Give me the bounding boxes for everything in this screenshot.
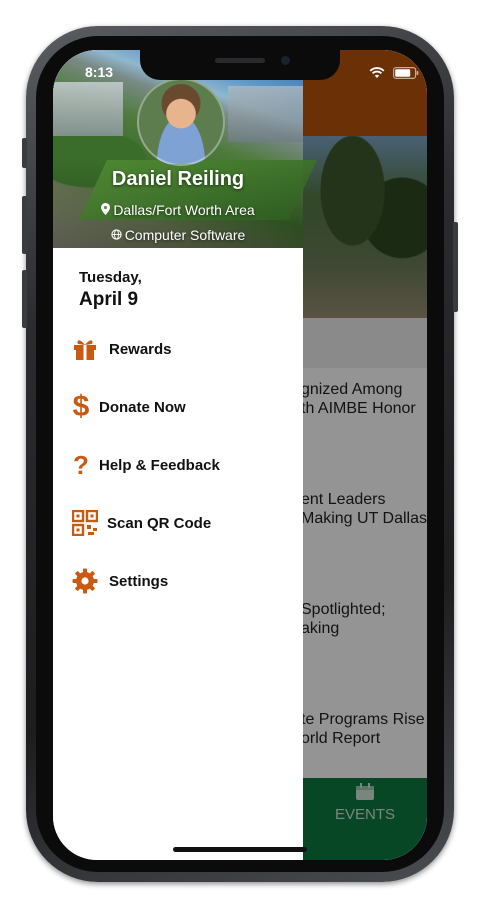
menu-item-label: Donate Now (99, 398, 186, 416)
profile-location: Dallas/Fort Worth Area (53, 202, 303, 218)
mute-switch (22, 138, 27, 168)
question-icon: ? (73, 449, 89, 480)
notch (140, 50, 340, 80)
phone-screen: gnized Among th AIMBE Honor ent Leaders … (53, 50, 427, 860)
date-label: April 9 (79, 289, 139, 310)
volume-down-button (22, 270, 27, 328)
menu-item-label: Rewards (109, 340, 172, 358)
qr-code-icon (71, 508, 99, 538)
profile-location-text: Dallas/Fort Worth Area (113, 202, 255, 218)
globe-icon (111, 229, 122, 243)
menu-item-scan-qr-code[interactable]: Scan QR Code (71, 503, 301, 543)
menu-item-help-feedback[interactable]: ? Help & Feedback (71, 445, 301, 485)
profile-avatar[interactable] (137, 78, 225, 166)
menu-item-label: Scan QR Code (107, 514, 212, 532)
campus-building-image (53, 82, 123, 136)
menu-item-rewards[interactable]: Rewards (71, 329, 301, 369)
gift-icon (71, 334, 99, 364)
menu-item-label: Help & Feedback (99, 456, 220, 474)
speaker-grille (215, 58, 265, 63)
status-time: 8:13 (85, 64, 114, 80)
profile-name: Daniel Reiling (111, 168, 245, 190)
menu-item-label: Settings (109, 572, 169, 590)
dollar-icon: $ (72, 390, 90, 423)
navigation-drawer: Daniel Reiling Dallas/Fort Worth Area Co… (53, 50, 317, 860)
menu-item-donate-now[interactable]: $ Donate Now (71, 387, 301, 427)
battery-icon (393, 66, 419, 79)
gear-icon (71, 566, 99, 596)
front-camera (281, 56, 290, 65)
date-weekday: Tuesday, (79, 269, 142, 286)
home-indicator[interactable] (173, 847, 307, 852)
power-button (453, 222, 458, 312)
location-pin-icon (101, 203, 111, 218)
volume-up-button (22, 196, 27, 254)
menu-item-settings[interactable]: Settings (71, 561, 301, 601)
wifi-icon (369, 66, 385, 78)
profile-industry: Computer Software (53, 227, 303, 243)
status-indicators (369, 64, 419, 82)
profile-industry-text: Computer Software (124, 227, 246, 243)
campus-building-image (228, 86, 303, 142)
